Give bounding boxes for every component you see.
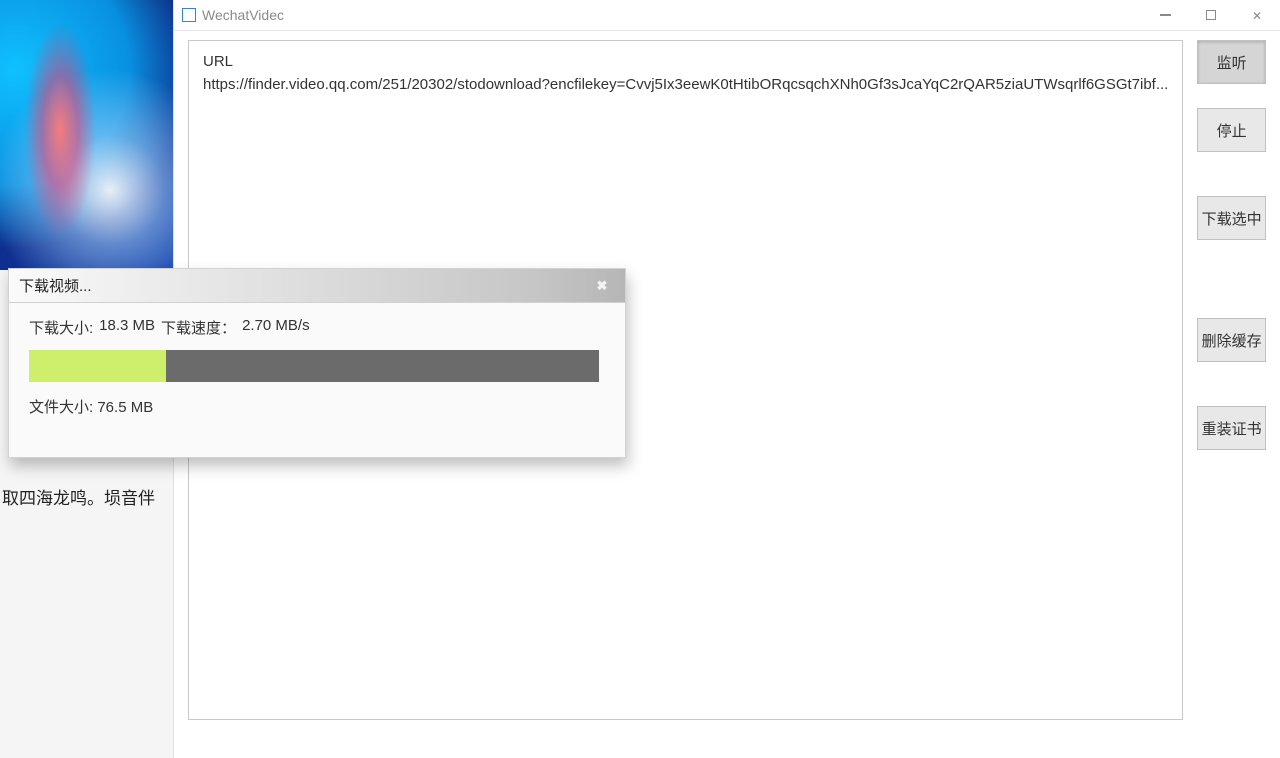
button-column: 监听 停止 下载选中 删除缓存 重装证书: [1197, 40, 1266, 718]
file-size-value: 76.5 MB: [97, 399, 153, 416]
download-size-value: 18.3 MB: [99, 317, 155, 338]
url-entry[interactable]: https://finder.video.qq.com/251/20302/st…: [203, 76, 1168, 93]
listen-button[interactable]: 监听: [1197, 40, 1266, 84]
url-column-header: URL: [203, 53, 1168, 70]
download-speed-label: 下载速度：: [161, 317, 236, 338]
window-controls: [1142, 0, 1280, 31]
background-artwork: [0, 0, 173, 270]
dialog-title: 下载视频...: [19, 275, 92, 296]
dialog-close-button[interactable]: [589, 275, 615, 297]
minimize-button[interactable]: [1142, 0, 1188, 31]
minimize-icon: [1160, 14, 1171, 16]
file-size-row: 文件大小: 76.5 MB: [29, 396, 605, 417]
dialog-body: 下载大小: 18.3 MB 下载速度： 2.70 MB/s 文件大小: 76.5…: [9, 303, 625, 427]
clear-cache-button[interactable]: 删除缓存: [1197, 318, 1266, 362]
app-icon: [182, 8, 196, 22]
close-button[interactable]: [1234, 0, 1280, 31]
window-title: WechatVidec: [202, 7, 284, 23]
file-size-label: 文件大小:: [29, 399, 93, 416]
close-icon: [1252, 7, 1262, 23]
download-speed-value: 2.70 MB/s: [242, 317, 310, 338]
download-stats-row: 下载大小: 18.3 MB 下载速度： 2.70 MB/s: [29, 317, 605, 338]
download-size-label: 下载大小:: [29, 317, 93, 338]
download-dialog: 下载视频... 下载大小: 18.3 MB 下载速度： 2.70 MB/s 文件…: [8, 268, 626, 458]
title-bar[interactable]: WechatVidec: [174, 0, 1280, 31]
maximize-button[interactable]: [1188, 0, 1234, 31]
progress-fill: [29, 350, 166, 382]
dialog-title-bar[interactable]: 下载视频...: [9, 269, 625, 303]
stop-button[interactable]: 停止: [1197, 108, 1266, 152]
reinstall-cert-button[interactable]: 重装证书: [1197, 406, 1266, 450]
progress-bar: [29, 350, 599, 382]
maximize-icon: [1206, 10, 1216, 20]
download-selected-button[interactable]: 下载选中: [1197, 196, 1266, 240]
background-text: 取四海龙鸣。埙音伴: [0, 478, 173, 515]
